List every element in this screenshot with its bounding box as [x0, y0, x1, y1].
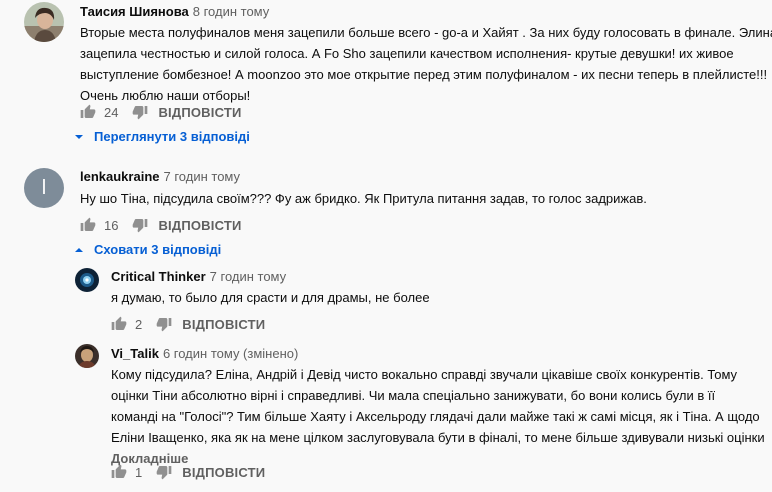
author-name[interactable]: lenkaukraine — [80, 169, 160, 184]
like-count: 1 — [135, 464, 143, 480]
thumbs-down-icon[interactable] — [156, 464, 172, 480]
like-count: 16 — [104, 217, 119, 233]
thumbs-up-icon[interactable] — [80, 104, 96, 120]
avatar[interactable] — [75, 344, 99, 368]
hide-replies-button[interactable]: Сховати 3 відповіді — [74, 242, 221, 257]
comment-line: Ну шо Тіна, підсудила своїм??? Фу аж бри… — [80, 191, 647, 206]
avatar[interactable] — [75, 268, 99, 292]
comment-line: Очень люблю наши отборы! — [80, 88, 251, 103]
comment-line: Вторые места полуфиналов меня зацепили б… — [80, 25, 772, 40]
comment-line: зацепила честностью и силой голоса. А Fo… — [80, 46, 734, 61]
reply-button[interactable]: ВІДПОВІСТИ — [182, 317, 265, 332]
comment-line: выступление бомбезное! А moonzoo это мое… — [80, 67, 768, 82]
reply-text: я думаю, то было для срасти и для драмы,… — [111, 287, 430, 308]
author-name[interactable]: Таисия Шиянова — [80, 4, 189, 19]
like-count: 24 — [104, 104, 119, 120]
like-count: 2 — [135, 316, 143, 332]
reply-timestamp[interactable]: 6 годин тому (змінено) — [163, 346, 298, 361]
reply-line: Кому підсудила? Еліна, Андрій і Девід чи… — [111, 367, 738, 382]
reply-header: Vi_Talik 6 годин тому (змінено) — [111, 345, 298, 363]
reply-button[interactable]: ВІДПОВІСТИ — [158, 105, 241, 120]
thumbs-up-icon[interactable] — [111, 316, 127, 332]
thumbs-down-icon[interactable] — [132, 217, 148, 233]
reply-line: Еліни Іващенко, яка як на мене цілком за… — [111, 430, 765, 445]
author-name[interactable]: Critical Thinker — [111, 269, 206, 284]
comment-timestamp[interactable]: 7 годин тому — [164, 169, 241, 184]
reply-line: я думаю, то было для срасти и для драмы,… — [111, 290, 430, 305]
avatar[interactable] — [24, 2, 64, 42]
comment-actions: 24 ВІДПОВІСТИ — [80, 104, 242, 120]
comment-text: Ну шо Тіна, підсудила своїм??? Фу аж бри… — [80, 188, 647, 209]
reply-button[interactable]: ВІДПОВІСТИ — [158, 218, 241, 233]
reply-button[interactable]: ВІДПОВІСТИ — [182, 465, 265, 480]
comment-header: Таисия Шиянова 8 годин тому — [80, 3, 269, 21]
avatar-letter: l — [41, 177, 47, 199]
reply-line: оцінки Тіни абсолютно вірні і справедлив… — [111, 388, 716, 403]
hide-replies-label: Сховати 3 відповіді — [94, 242, 222, 257]
view-replies-button[interactable]: Переглянути 3 відповіді — [74, 129, 250, 144]
view-replies-label: Переглянути 3 відповіді — [94, 129, 250, 144]
comment-timestamp[interactable]: 8 годин тому — [193, 4, 270, 19]
avatar[interactable]: l — [24, 168, 64, 208]
chevron-up-icon — [74, 245, 94, 255]
reply-header: Critical Thinker 7 годин тому — [111, 268, 286, 286]
reply-actions: 1 ВІДПОВІСТИ — [111, 464, 265, 480]
comment-actions: 16 ВІДПОВІСТИ — [80, 217, 242, 233]
chevron-down-icon — [74, 132, 94, 142]
thumbs-up-icon[interactable] — [111, 464, 127, 480]
comment-text: Вторые места полуфиналов меня зацепили б… — [80, 22, 772, 106]
comment-header: lenkaukraine 7 годин тому — [80, 168, 240, 186]
author-name[interactable]: Vi_Talik — [111, 346, 159, 361]
reply-text: Кому підсудила? Еліна, Андрій і Девід чи… — [111, 364, 765, 469]
reply-line: команді на "Голосі"? Тим більше Хаяту і … — [111, 409, 760, 424]
thumbs-up-icon[interactable] — [80, 217, 96, 233]
thumbs-down-icon[interactable] — [156, 316, 172, 332]
reply-actions: 2 ВІДПОВІСТИ — [111, 316, 265, 332]
reply-timestamp[interactable]: 7 годин тому — [210, 269, 287, 284]
thumbs-down-icon[interactable] — [132, 104, 148, 120]
